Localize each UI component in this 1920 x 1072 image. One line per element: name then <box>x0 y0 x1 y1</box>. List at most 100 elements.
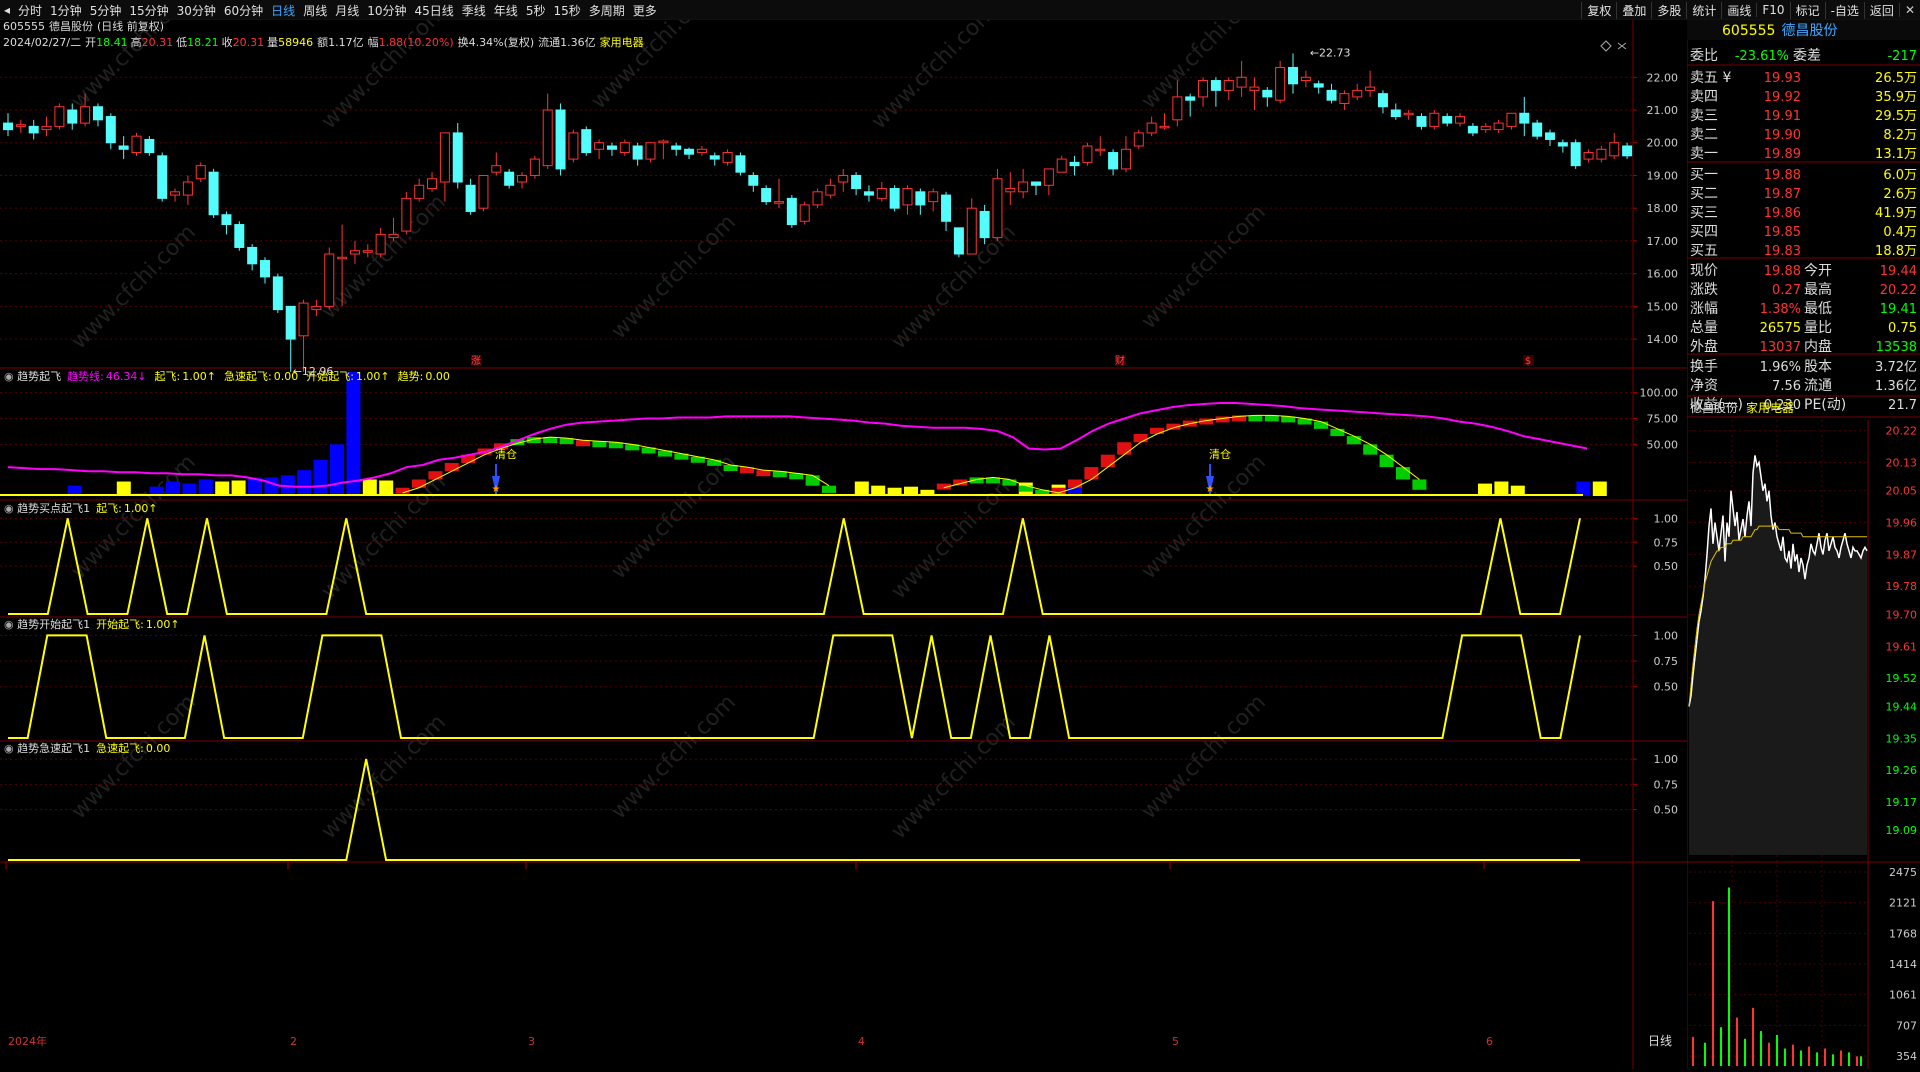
candle[interactable] <box>838 168 849 192</box>
candle[interactable] <box>1609 132 1620 160</box>
candle[interactable] <box>1146 116 1157 137</box>
candle[interactable] <box>208 168 219 218</box>
candle[interactable] <box>851 172 862 196</box>
candle[interactable] <box>478 174 489 212</box>
candle[interactable] <box>105 113 116 150</box>
candle[interactable] <box>195 162 206 182</box>
candle[interactable] <box>67 103 78 130</box>
candle[interactable] <box>761 185 772 205</box>
candle[interactable] <box>92 103 103 127</box>
candle[interactable] <box>863 185 874 202</box>
candle[interactable] <box>41 116 52 137</box>
candle[interactable] <box>748 172 759 192</box>
diamond-icon[interactable] <box>1600 40 1612 52</box>
event-marker-0[interactable]: 涨 <box>471 355 481 367</box>
candle[interactable] <box>1223 77 1234 101</box>
period-tab-8[interactable]: 月线 <box>331 2 363 19</box>
candle[interactable] <box>606 142 617 156</box>
candle[interactable] <box>619 139 630 156</box>
candle[interactable] <box>568 129 579 163</box>
back-arrow-icon[interactable]: ◂ <box>0 3 14 17</box>
collapse-icon[interactable]: ◉ <box>4 742 17 755</box>
period-tab-0[interactable]: 分时 <box>14 2 46 19</box>
candle[interactable] <box>992 168 1003 241</box>
toolbar-button-6[interactable]: 标记 <box>1789 1 1825 19</box>
candle[interactable] <box>1532 119 1543 140</box>
candle[interactable] <box>735 152 746 176</box>
candle[interactable] <box>786 195 797 228</box>
candle[interactable] <box>1043 168 1054 196</box>
candle[interactable] <box>170 188 181 202</box>
toolbar-button-3[interactable]: 统计 <box>1686 1 1721 19</box>
candle[interactable] <box>349 240 360 264</box>
candle[interactable] <box>15 119 26 133</box>
collapse-icon[interactable]: ◉ <box>4 618 17 631</box>
candle[interactable] <box>131 132 142 156</box>
candle[interactable] <box>1185 93 1196 117</box>
candle[interactable] <box>1429 110 1440 130</box>
candle[interactable] <box>1545 129 1555 146</box>
candle[interactable] <box>555 103 566 176</box>
candle[interactable] <box>1583 149 1594 163</box>
period-tab-3[interactable]: 15分钟 <box>125 2 172 19</box>
candle[interactable] <box>1442 113 1453 127</box>
candle[interactable] <box>529 155 540 179</box>
candle[interactable] <box>876 182 887 202</box>
candle[interactable] <box>439 132 450 202</box>
candle[interactable] <box>517 172 527 189</box>
candle[interactable] <box>324 247 335 310</box>
toolbar-button-2[interactable]: 多股 <box>1651 1 1686 19</box>
period-tab-6[interactable]: 日线 <box>267 2 299 19</box>
candle[interactable] <box>645 142 656 163</box>
candle[interactable] <box>1133 129 1144 150</box>
kline-and-indicator-panels[interactable]: www.cfchi.com www.cfchi.com www.cfchi.com w… <box>0 20 1687 1069</box>
collapse-icon[interactable]: ◉ <box>4 370 17 383</box>
candle[interactable] <box>671 142 682 156</box>
candle[interactable] <box>542 93 553 169</box>
close-icon[interactable]: ✕ <box>1898 3 1920 17</box>
candle[interactable] <box>632 142 643 166</box>
period-tab-7[interactable]: 周线 <box>299 2 331 19</box>
candle[interactable] <box>1300 70 1311 88</box>
event-marker-2[interactable]: $ <box>1525 356 1531 367</box>
toolbar-button-8[interactable]: 返回 <box>1863 1 1899 19</box>
candle[interactable] <box>118 136 129 160</box>
close-panel-icon[interactable] <box>1617 42 1627 50</box>
candle[interactable] <box>1596 146 1607 163</box>
candle[interactable] <box>1262 87 1273 107</box>
period-tab-13[interactable]: 5秒 <box>522 2 550 19</box>
period-tab-2[interactable]: 5分钟 <box>86 2 126 19</box>
period-tab-12[interactable]: 年线 <box>490 2 522 19</box>
candle[interactable] <box>722 149 733 166</box>
candle[interactable] <box>1570 139 1581 169</box>
candle[interactable] <box>774 178 784 209</box>
candle[interactable] <box>272 273 283 313</box>
candle[interactable] <box>1095 136 1106 156</box>
candle[interactable] <box>1275 60 1286 104</box>
candle[interactable] <box>182 175 193 205</box>
candle[interactable] <box>260 257 270 284</box>
candle[interactable] <box>1519 96 1530 137</box>
candle[interactable] <box>221 211 232 235</box>
period-tab-15[interactable]: 多周期 <box>585 2 629 19</box>
candle[interactable] <box>1339 90 1350 110</box>
candle[interactable] <box>1313 80 1324 94</box>
candle[interactable] <box>1455 113 1466 127</box>
candle[interactable] <box>54 103 65 130</box>
candle[interactable] <box>1288 53 1298 94</box>
candle[interactable] <box>1210 77 1221 107</box>
candle[interactable] <box>247 244 258 271</box>
candle[interactable] <box>1120 136 1131 173</box>
collapse-icon[interactable]: ◉ <box>4 502 17 515</box>
candle[interactable] <box>1365 70 1376 97</box>
candle[interactable] <box>285 305 296 372</box>
candle[interactable] <box>825 178 836 199</box>
candle[interactable] <box>812 188 823 209</box>
candle[interactable] <box>709 152 720 166</box>
candle[interactable] <box>1249 77 1260 110</box>
candle[interactable] <box>1493 119 1504 133</box>
candle[interactable] <box>452 123 463 189</box>
candle[interactable] <box>941 191 952 232</box>
candle[interactable] <box>1326 83 1337 104</box>
period-tab-4[interactable]: 30分钟 <box>173 2 220 19</box>
